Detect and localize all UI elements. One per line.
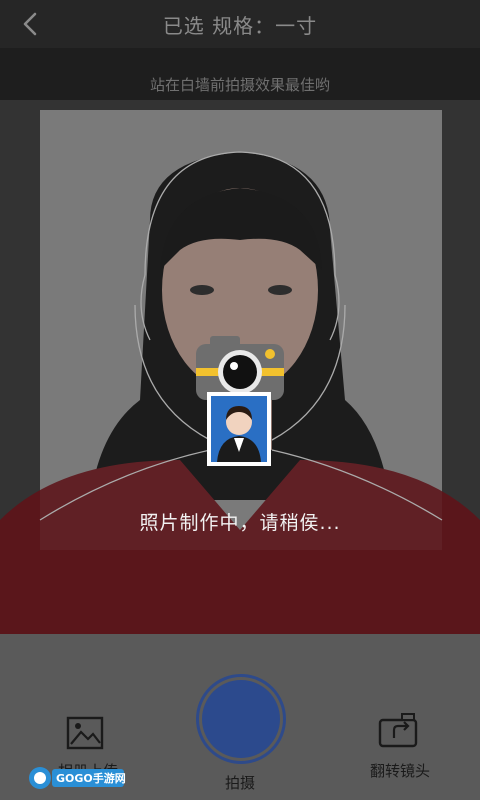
processing-status: 照片制作中，请稍侯... xyxy=(139,512,341,534)
album-icon xyxy=(66,716,104,750)
watermark-text: GOGO手游网 xyxy=(56,772,126,785)
watermark-logo: GOGO手游网 xyxy=(28,764,128,792)
top-bar: 已选 规格：一寸 xyxy=(0,0,480,48)
shutter-label: 拍摄 xyxy=(224,774,255,792)
camera-preview: 照片制作中，请稍侯... xyxy=(0,100,480,634)
page-title: 已选 规格：一寸 xyxy=(162,14,318,38)
flip-camera-label: 翻转镜头 xyxy=(369,762,430,780)
id-photo-icon xyxy=(207,392,271,466)
shutter-inner xyxy=(202,680,280,758)
shutter-button[interactable] xyxy=(196,674,286,764)
flip-camera-icon xyxy=(378,713,418,748)
hint-text: 站在白墙前拍摄效果最佳哟 xyxy=(149,76,330,94)
